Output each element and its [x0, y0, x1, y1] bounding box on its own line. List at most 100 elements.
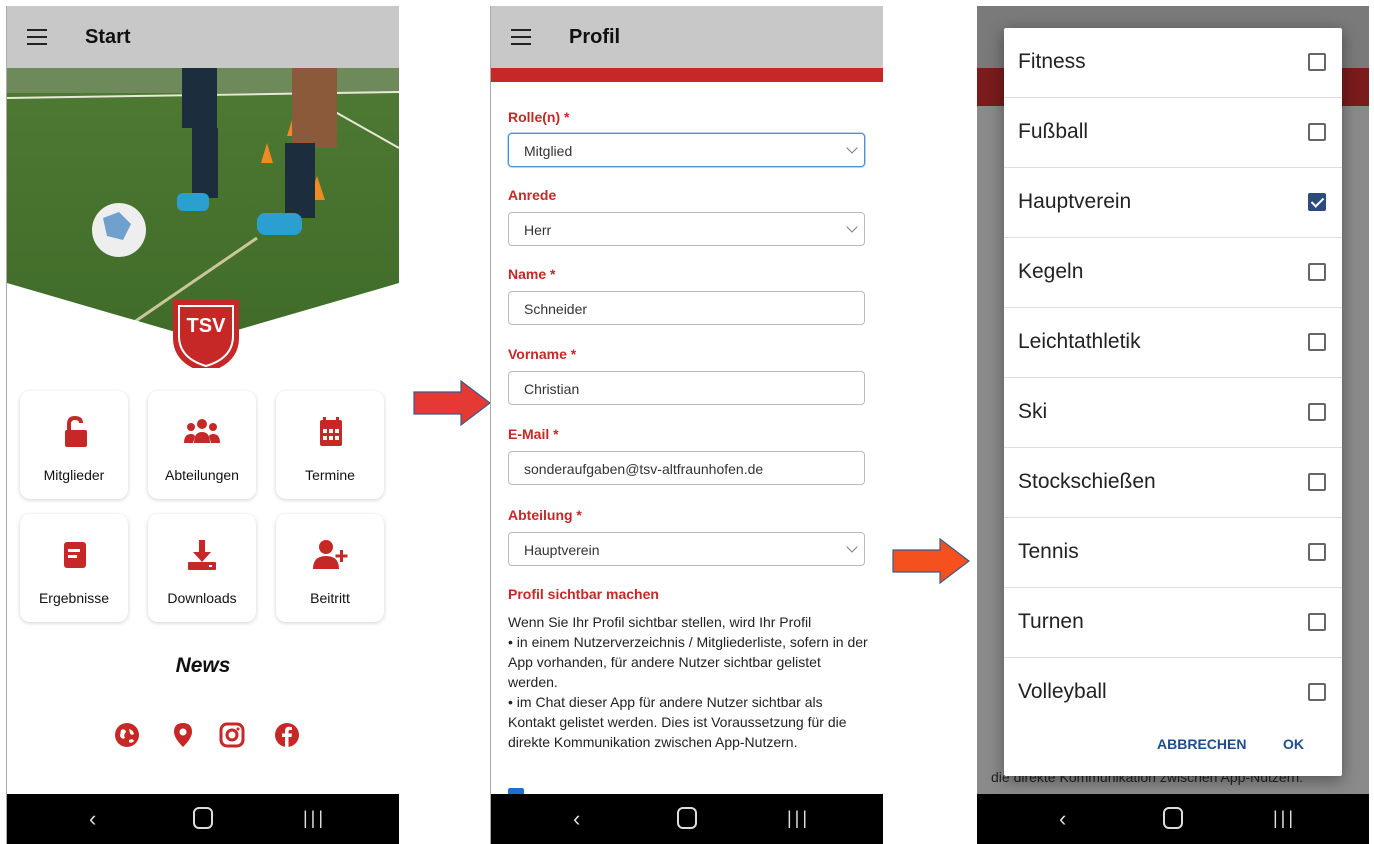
back-icon[interactable]: ‹ [1059, 806, 1066, 832]
option-ski[interactable]: Ski [1004, 378, 1342, 448]
tile-downloads[interactable]: Downloads [148, 514, 256, 622]
visibility-bullet-2: • im Chat dieser App für andere Nutzer s… [508, 694, 847, 750]
tile-ergebnisse[interactable]: Ergebnisse [20, 514, 128, 622]
svg-text:TSV: TSV [187, 315, 227, 337]
tile-label: Downloads [167, 590, 237, 606]
rolle-select[interactable]: Mitglied [508, 133, 865, 167]
vorname-value: Christian [524, 381, 580, 397]
option-label: Leichtathletik [1018, 330, 1141, 353]
checkbox[interactable] [1308, 683, 1326, 701]
menu-icon[interactable] [27, 29, 47, 45]
chevron-down-icon [846, 142, 858, 154]
instagram-icon[interactable] [219, 722, 245, 748]
option-fussball[interactable]: Fußball [1004, 98, 1342, 168]
ok-button[interactable]: OK [1283, 736, 1304, 752]
facebook-icon[interactable] [274, 722, 300, 748]
recent-apps-icon[interactable]: ||| [787, 808, 810, 829]
visibility-intro: Wenn Sie Ihr Profil sichtbar stellen, wi… [508, 614, 812, 630]
recent-apps-icon[interactable]: ||| [1273, 808, 1296, 829]
calendar-icon [320, 417, 342, 446]
abteilung-label: Abteilung * [508, 507, 582, 523]
accent-bar [491, 68, 883, 82]
start-screen: Start TSV Mitglieder Abteilungen Termine… [6, 6, 399, 844]
menu-icon[interactable] [511, 29, 531, 45]
tile-termine[interactable]: Termine [276, 391, 384, 499]
home-icon[interactable] [677, 807, 697, 829]
download-icon [188, 540, 216, 570]
news-heading: News [175, 654, 231, 677]
app-bar: Profil [491, 6, 883, 68]
rolle-value: Mitglied [524, 143, 573, 159]
back-icon[interactable]: ‹ [89, 806, 96, 832]
location-pin-icon[interactable] [170, 722, 196, 748]
email-field[interactable]: sonderaufgaben@tsv-altfraunhofen.de [508, 451, 865, 485]
checkbox[interactable] [1308, 53, 1326, 71]
name-field[interactable]: Schneider [508, 291, 865, 325]
abteilung-value: Hauptverein [524, 542, 600, 558]
chevron-down-icon [846, 541, 858, 553]
chevron-down-icon [846, 221, 858, 233]
option-leichtathletik[interactable]: Leichtathletik [1004, 308, 1342, 378]
department-picker-screen: die direkte Kommunikation zwischen App-N… [977, 6, 1369, 844]
profile-visibility-text: Wenn Sie Ihr Profil sichtbar stellen, wi… [508, 612, 868, 752]
checkbox[interactable] [1308, 263, 1326, 281]
option-label: Fußball [1018, 120, 1089, 143]
tile-label: Beitritt [310, 590, 350, 606]
option-tennis[interactable]: Tennis [1004, 518, 1342, 588]
unlock-icon [65, 415, 87, 447]
arrow-right-icon [892, 538, 970, 584]
option-label: Stockschießen [1018, 470, 1156, 493]
tsv-logo: TSV [173, 300, 239, 368]
option-hauptverein[interactable]: Hauptverein [1004, 168, 1342, 238]
anrede-value: Herr [524, 222, 552, 238]
checkbox[interactable] [1308, 123, 1326, 141]
checkbox[interactable] [1308, 473, 1326, 491]
system-nav-bar: ‹ ||| [491, 794, 883, 844]
cancel-button[interactable]: ABBRECHEN [1157, 736, 1246, 752]
recent-apps-icon[interactable]: ||| [303, 808, 326, 829]
vorname-field[interactable]: Christian [508, 371, 865, 405]
department-dialog: Fitness Fußball Hauptverein Kegeln Leich… [1004, 28, 1342, 776]
home-icon[interactable] [1163, 807, 1183, 829]
profile-visibility-title: Profil sichtbar machen [508, 586, 659, 602]
email-label: E-Mail * [508, 426, 559, 442]
option-volleyball[interactable]: Volleyball [1004, 658, 1342, 728]
name-label: Name * [508, 266, 556, 282]
arrow-right-icon [413, 380, 491, 426]
option-label: Ski [1018, 400, 1048, 423]
anrede-select[interactable]: Herr [508, 212, 865, 246]
option-fitness[interactable]: Fitness [1004, 28, 1342, 98]
option-label: Tennis [1018, 540, 1079, 563]
hero-image: TSV [7, 68, 399, 368]
home-icon[interactable] [193, 807, 213, 829]
checkbox[interactable] [1308, 543, 1326, 561]
back-icon[interactable]: ‹ [573, 806, 580, 832]
checkbox[interactable] [1308, 613, 1326, 631]
checkbox-checked[interactable] [1308, 193, 1326, 211]
option-turnen[interactable]: Turnen [1004, 588, 1342, 658]
email-value: sonderaufgaben@tsv-altfraunhofen.de [524, 461, 764, 477]
vorname-label: Vorname * [508, 346, 577, 362]
rolle-label: Rolle(n) * [508, 109, 570, 125]
option-kegeln[interactable]: Kegeln [1004, 238, 1342, 308]
users-icon [184, 419, 220, 443]
option-label: Volleyball [1018, 680, 1107, 703]
checkbox[interactable] [1308, 403, 1326, 421]
tile-abteilungen[interactable]: Abteilungen [148, 391, 256, 499]
abteilung-select[interactable]: Hauptverein [508, 532, 865, 566]
app-bar: Start [7, 6, 399, 68]
visibility-bullet-1: • in einem Nutzerverzeichnis / Mitgliede… [508, 634, 868, 690]
tile-label: Termine [305, 467, 355, 483]
globe-icon[interactable] [114, 722, 140, 748]
tile-beitritt[interactable]: Beitritt [276, 514, 384, 622]
system-nav-bar: ‹ ||| [977, 794, 1369, 844]
checkbox[interactable] [1308, 333, 1326, 351]
system-nav-bar: ‹ ||| [7, 794, 399, 844]
document-icon [64, 542, 86, 568]
option-label: Hauptverein [1018, 190, 1132, 213]
option-stockschiessen[interactable]: Stockschießen [1004, 448, 1342, 518]
page-title: Profil [569, 26, 621, 48]
tile-mitglieder[interactable]: Mitglieder [20, 391, 128, 499]
tile-label: Ergebnisse [38, 590, 110, 606]
option-label: Kegeln [1018, 260, 1084, 283]
